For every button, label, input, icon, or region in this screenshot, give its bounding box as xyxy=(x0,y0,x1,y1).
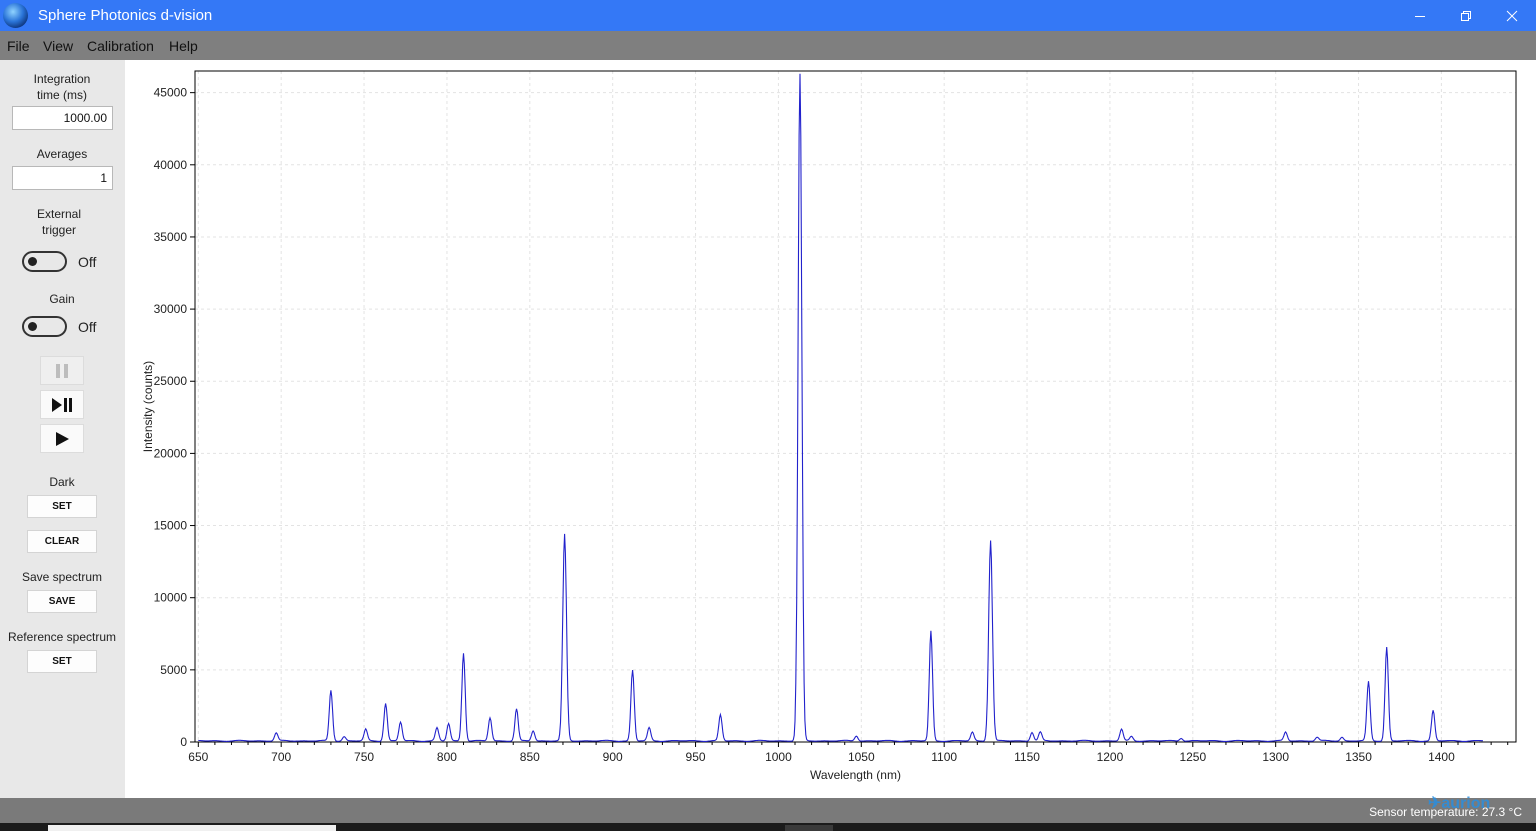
x-tick-label: 1200 xyxy=(1097,750,1124,764)
y-tick-label: 45000 xyxy=(154,86,188,100)
play-pause-icon xyxy=(52,397,72,412)
y-tick-label: 20000 xyxy=(154,446,188,460)
control-panel: Integration time (ms) 1000.00 Averages 1… xyxy=(0,60,125,798)
pause-icon xyxy=(56,363,68,378)
window-title: Sphere Photonics d-vision xyxy=(38,7,213,24)
external-trigger-toggle[interactable] xyxy=(22,251,67,272)
averages-label: Averages xyxy=(36,147,88,161)
toggle-knob xyxy=(28,322,37,331)
continuous-acquire-button[interactable] xyxy=(40,424,84,453)
x-tick-label: 1400 xyxy=(1428,750,1455,764)
y-tick-label: 5000 xyxy=(160,663,187,677)
gain-label: Gain xyxy=(49,292,75,306)
restore-button[interactable] xyxy=(1443,0,1489,31)
external-trigger-label: External trigger xyxy=(36,207,82,237)
x-tick-label: 1050 xyxy=(848,750,875,764)
x-tick-label: 950 xyxy=(686,750,706,764)
menu-bar: File View Calibration Help xyxy=(0,31,1536,60)
x-tick-label: 1350 xyxy=(1345,750,1372,764)
x-tick-label: 700 xyxy=(271,750,291,764)
single-acquire-button[interactable] xyxy=(40,390,84,419)
y-tick-label: 40000 xyxy=(154,158,188,172)
x-tick-label: 1000 xyxy=(765,750,792,764)
y-tick-label: 25000 xyxy=(154,374,188,388)
integration-time-label: Integration time (ms) xyxy=(33,72,91,102)
save-spectrum-button[interactable]: SAVE xyxy=(27,590,97,613)
status-bar: Sensor temperature: 27.3 °C xyxy=(0,798,1536,823)
dark-set-button[interactable]: SET xyxy=(27,495,97,518)
save-spectrum-label: Save spectrum xyxy=(21,570,103,584)
watermark-text: aurion xyxy=(1441,795,1491,812)
x-tick-label: 750 xyxy=(354,750,374,764)
play-icon xyxy=(56,431,69,446)
title-bar: Sphere Photonics d-vision xyxy=(0,0,1536,31)
watermark-logo: ✈aurion xyxy=(1428,795,1491,812)
x-tick-label: 900 xyxy=(603,750,623,764)
taskbar-app-icon[interactable] xyxy=(785,825,833,831)
menu-view[interactable]: View xyxy=(43,38,73,54)
menu-calibration[interactable]: Calibration xyxy=(87,38,154,54)
x-tick-label: 1300 xyxy=(1262,750,1289,764)
dark-clear-button[interactable]: CLEAR xyxy=(27,530,97,553)
y-tick-label: 30000 xyxy=(154,302,188,316)
x-tick-label: 650 xyxy=(188,750,208,764)
averages-input[interactable]: 1 xyxy=(12,166,113,190)
taskbar-search-box[interactable] xyxy=(48,825,336,831)
close-icon xyxy=(1506,10,1518,21)
toggle-knob xyxy=(28,257,37,266)
y-tick-label: 0 xyxy=(180,735,187,749)
gain-toggle[interactable] xyxy=(22,316,67,337)
menu-help[interactable]: Help xyxy=(169,38,198,54)
app-logo-icon xyxy=(3,3,28,28)
minimize-button[interactable] xyxy=(1397,0,1443,31)
x-tick-label: 1100 xyxy=(931,750,957,764)
spectrum-chart[interactable]: 650 700 750 800 850 900 950 1000 1050 1100 1150 120… xyxy=(125,60,1536,798)
menu-file[interactable]: File xyxy=(7,38,30,54)
gain-state: Off xyxy=(78,319,97,335)
minimize-icon xyxy=(1415,15,1425,17)
x-tick-label: 800 xyxy=(437,750,457,764)
reference-spectrum-label: Reference spectrum xyxy=(7,630,117,644)
x-axis-title: Wavelength (nm) xyxy=(810,768,901,782)
integration-time-input[interactable]: 1000.00 xyxy=(12,106,113,130)
y-tick-label: 10000 xyxy=(154,591,188,605)
dark-label: Dark xyxy=(49,475,75,489)
spectrum-line xyxy=(198,73,1483,742)
pause-button[interactable] xyxy=(40,356,84,385)
y-tick-label: 15000 xyxy=(154,519,188,533)
external-trigger-state: Off xyxy=(78,254,97,270)
close-button[interactable] xyxy=(1489,0,1535,31)
x-tick-label: 850 xyxy=(520,750,540,764)
restore-icon xyxy=(1461,10,1471,21)
x-tick-label: 1250 xyxy=(1179,750,1206,764)
x-tick-label: 1150 xyxy=(1014,750,1040,764)
spectrum-plot-area: 650 700 750 800 850 900 950 1000 1050 1100 1150 120… xyxy=(125,60,1536,798)
taskbar xyxy=(0,823,1536,831)
plot-frame xyxy=(194,70,1517,743)
reference-set-button[interactable]: SET xyxy=(27,650,97,673)
y-axis-title: Intensity (counts) xyxy=(141,361,155,452)
y-tick-label: 35000 xyxy=(154,230,188,244)
